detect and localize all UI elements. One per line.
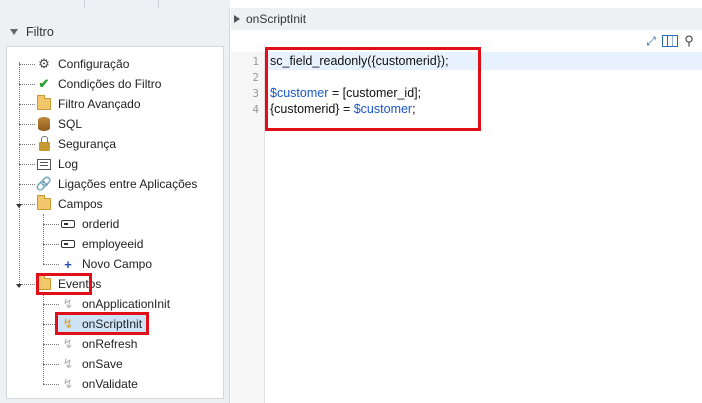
collapse-triangle-icon[interactable] <box>10 29 18 35</box>
folder-icon <box>36 95 52 112</box>
tree-item-condicoes-filtro[interactable]: ✔ Condições do Filtro <box>36 74 162 94</box>
expand-toggle-icon[interactable] <box>16 204 22 208</box>
panel-title: Filtro <box>26 25 54 39</box>
lightning-icon: ↯ <box>62 356 74 371</box>
log-icon <box>36 156 52 172</box>
lightning-icon: ↯ <box>62 376 74 391</box>
tree-item-seguranca[interactable]: Segurança <box>36 134 116 154</box>
tree-item-event-onapplicationinit[interactable]: ↯ onApplicationInit <box>60 294 171 314</box>
highlight-box-code <box>265 47 481 131</box>
tree-item-filtro-avancado[interactable]: Filtro Avançado <box>36 94 141 114</box>
field-icon <box>60 216 76 232</box>
line-number: 4 <box>252 103 259 116</box>
tree-item-sql[interactable]: SQL <box>36 114 82 134</box>
tree-item-event-onsave[interactable]: ↯ onSave <box>60 354 123 374</box>
line-number-gutter: 1 2 3 4 <box>231 52 265 403</box>
tree-item-configuracao[interactable]: ⚙ Configuração <box>36 54 129 74</box>
expand-toggle-icon[interactable] <box>16 284 22 288</box>
editor-tab-header[interactable]: onScriptInit <box>231 8 702 30</box>
lightning-icon: ↯ <box>62 336 74 351</box>
lightning-icon: ↯ <box>62 296 74 311</box>
link-icon: 🔗 <box>35 176 53 191</box>
tree-line <box>43 294 44 384</box>
highlight-box-eventos <box>36 273 92 295</box>
tree-item-novo-campo[interactable]: + Novo Campo <box>60 254 152 274</box>
highlight-box-onscriptinit <box>55 312 149 335</box>
tree-item-event-onrefresh[interactable]: ↯ onRefresh <box>60 334 138 354</box>
lock-icon <box>36 135 52 152</box>
tree-item-event-onvalidate[interactable]: ↯ onValidate <box>60 374 138 394</box>
search-icon[interactable]: ⚲ <box>682 33 696 48</box>
line-number: 1 <box>252 55 259 68</box>
field-icon <box>60 236 76 252</box>
tree-line <box>19 62 20 284</box>
columns-icon[interactable] <box>662 35 678 47</box>
left-top-tabs <box>0 0 230 8</box>
gear-icon: ⚙ <box>38 56 50 71</box>
line-number: 2 <box>252 71 259 84</box>
line-number: 3 <box>252 87 259 100</box>
tree-item-ligacoes[interactable]: 🔗 Ligações entre Aplicações <box>35 174 198 194</box>
tree-item-field-employeeid[interactable]: employeeid <box>60 234 143 254</box>
tree-line <box>43 214 44 264</box>
check-icon: ✔ <box>38 76 50 91</box>
panel-header[interactable]: Filtro <box>6 18 224 46</box>
tree-item-field-orderid[interactable]: orderid <box>60 214 119 234</box>
expand-arrow-icon <box>234 15 240 23</box>
plus-icon: + <box>64 256 72 272</box>
tree-item-log[interactable]: Log <box>36 154 78 174</box>
tree-item-campos[interactable]: Campos <box>36 194 103 214</box>
fullscreen-icon[interactable]: ⤢ <box>644 34 658 48</box>
folder-icon <box>36 195 52 212</box>
editor-tab-title: onScriptInit <box>246 12 307 26</box>
database-icon <box>36 116 52 132</box>
